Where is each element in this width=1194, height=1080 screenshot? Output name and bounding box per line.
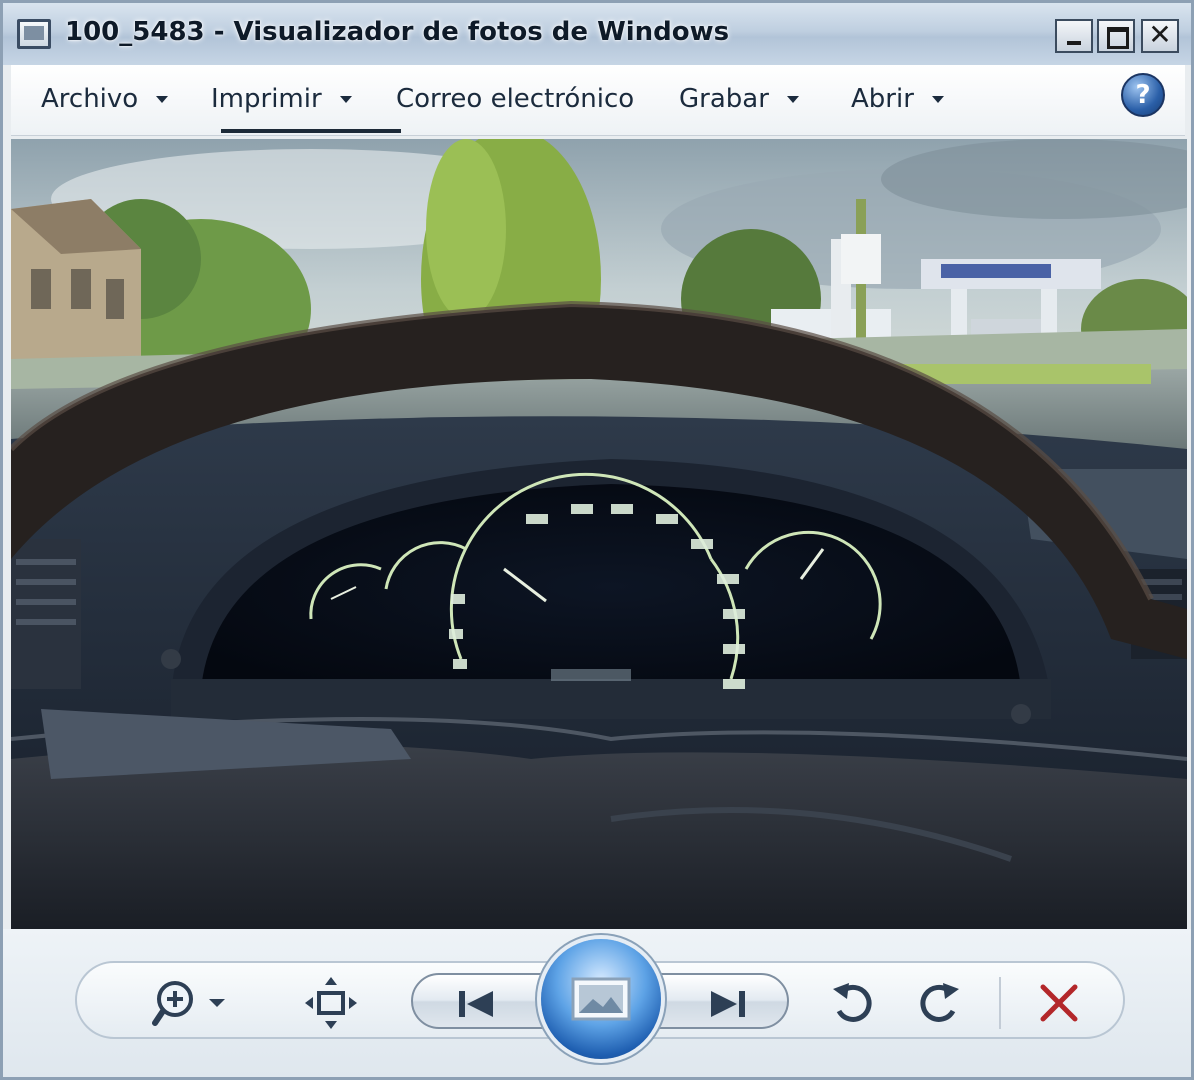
- photo-display-area[interactable]: [11, 139, 1187, 929]
- window-title: 100_5483 - Visualizador de fotos de Wind…: [65, 17, 730, 47]
- actual-size-icon: [305, 977, 357, 1029]
- chevron-down-icon: [931, 96, 944, 103]
- slideshow-button[interactable]: [541, 939, 661, 1059]
- menu-archivo-label: Archivo: [41, 84, 139, 114]
- toolbar-divider: [999, 977, 1001, 1029]
- photo-viewer-icon: [17, 19, 51, 49]
- chevron-down-icon: [339, 96, 352, 103]
- rotate-counterclockwise-icon: [833, 983, 872, 1022]
- active-menu-indicator: [221, 129, 401, 133]
- rotate-clockwise-button[interactable]: [911, 975, 967, 1031]
- next-icon: [711, 991, 745, 1017]
- slideshow-icon: [571, 977, 631, 1021]
- menu-grabar-label: Grabar: [679, 84, 769, 114]
- next-button[interactable]: [699, 979, 755, 1029]
- menu-abrir[interactable]: Abrir: [851, 79, 944, 119]
- chevron-down-icon: [156, 96, 169, 103]
- menu-grabar[interactable]: Grabar: [679, 79, 799, 119]
- zoom-button[interactable]: [151, 975, 235, 1031]
- chevron-down-icon: [786, 96, 799, 103]
- delete-button[interactable]: [1033, 977, 1085, 1029]
- previous-icon: [459, 991, 493, 1017]
- actual-size-button[interactable]: [303, 975, 359, 1031]
- maximize-button[interactable]: [1097, 19, 1135, 53]
- help-icon: ?: [1135, 80, 1151, 110]
- car-dashboard-photo: [11, 139, 1187, 929]
- rotate-counterclockwise-button[interactable]: [825, 975, 881, 1031]
- command-bar: Archivo Imprimir Correo electrónico Grab…: [11, 65, 1185, 136]
- title-bar[interactable]: 100_5483 - Visualizador de fotos de Wind…: [3, 3, 1191, 65]
- previous-button[interactable]: [449, 979, 505, 1029]
- delete-icon: [1040, 984, 1078, 1022]
- close-icon: ✕: [1148, 18, 1172, 51]
- help-button[interactable]: ?: [1121, 73, 1165, 117]
- photo-viewer-window: 100_5483 - Visualizador de fotos de Wind…: [0, 0, 1194, 1080]
- rotate-clockwise-icon: [920, 983, 959, 1022]
- menu-imprimir-label: Imprimir: [211, 84, 322, 114]
- close-button[interactable]: ✕: [1141, 18, 1179, 53]
- minimize-button[interactable]: [1055, 19, 1093, 53]
- menu-imprimir[interactable]: Imprimir: [211, 79, 352, 119]
- menu-abrir-label: Abrir: [851, 84, 914, 114]
- menu-correo-electronico[interactable]: Correo electrónico: [396, 79, 634, 119]
- zoom-in-icon: [152, 981, 225, 1026]
- menu-correo-label: Correo electrónico: [396, 84, 635, 114]
- menu-archivo[interactable]: Archivo: [41, 79, 169, 119]
